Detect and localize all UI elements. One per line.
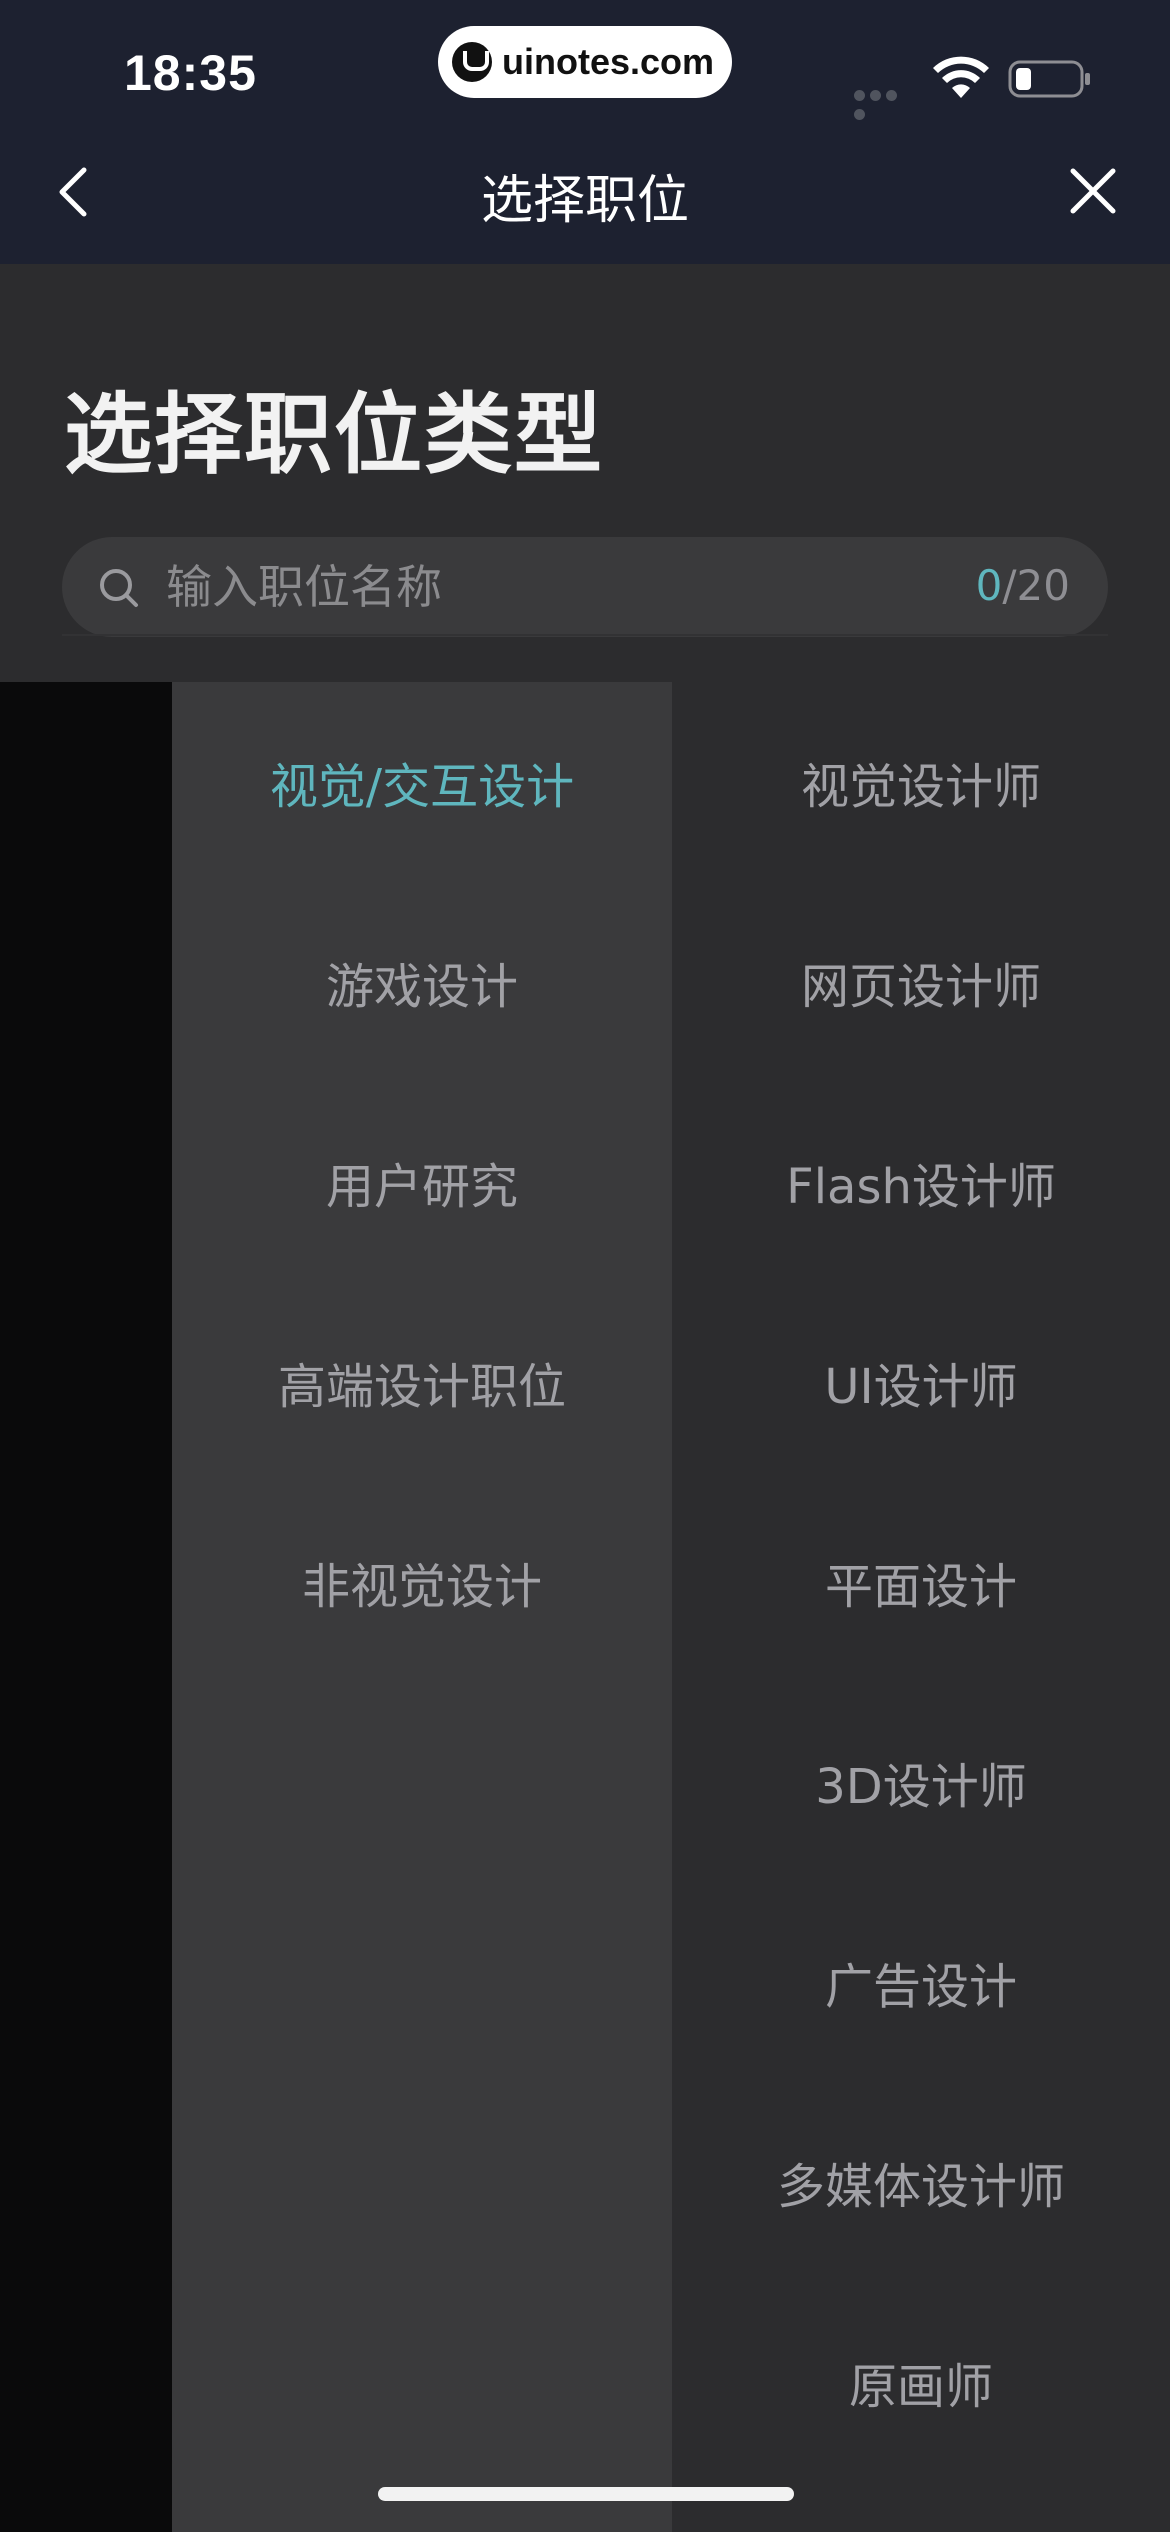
- nav-title: 选择职位: [480, 171, 689, 231]
- position-item[interactable]: 网页设计师: [672, 882, 1170, 1082]
- category-list: 视觉/交互设计 游戏设计 用户研究 高端设计职位 非视觉设计: [172, 682, 672, 2532]
- category-item[interactable]: 游戏设计: [172, 882, 672, 1082]
- position-item[interactable]: 视觉设计师: [672, 682, 1170, 882]
- battery-icon: [1008, 60, 1090, 98]
- position-item[interactable]: 原画师: [672, 2282, 1170, 2482]
- cellular-signal-icon: [854, 86, 916, 120]
- watermark-logo-icon: [452, 42, 492, 82]
- category-item[interactable]: 非视觉设计: [172, 1482, 672, 1682]
- left-edge-panel: [0, 682, 172, 2532]
- home-indicator: [378, 2487, 794, 2501]
- page-title: 选择职位类型: [64, 383, 605, 486]
- screen: 18:35 uinotes.com 选择职位 选择职位类型 输入职位名称 0/2…: [0, 0, 1170, 2532]
- position-item[interactable]: 广告设计: [672, 1882, 1170, 2082]
- watermark-badge: uinotes.com: [438, 26, 732, 98]
- position-item[interactable]: 多媒体设计师: [672, 2082, 1170, 2282]
- search-bar[interactable]: 0/20: [62, 537, 1108, 637]
- divider: [62, 634, 1108, 636]
- position-item[interactable]: 3D设计师: [672, 1682, 1170, 1882]
- position-item[interactable]: 平面设计: [672, 1482, 1170, 1682]
- position-item[interactable]: Flash设计师: [672, 1082, 1170, 1282]
- category-item[interactable]: 视觉/交互设计: [172, 682, 672, 882]
- category-item[interactable]: 高端设计职位: [172, 1282, 672, 1482]
- search-icon: [100, 569, 138, 607]
- search-input[interactable]: [166, 537, 926, 637]
- close-button[interactable]: [1068, 166, 1118, 216]
- category-item[interactable]: 用户研究: [172, 1082, 672, 1282]
- watermark-text: uinotes.com: [502, 41, 715, 82]
- counter-current: 0: [975, 561, 1003, 610]
- character-counter: 0/20: [976, 561, 1070, 610]
- counter-max: /20: [1002, 561, 1070, 610]
- header-section: 选择职位类型 0/20: [0, 264, 1170, 682]
- position-item[interactable]: UI设计师: [672, 1282, 1170, 1482]
- status-time: 18:35: [124, 45, 257, 101]
- position-list: 视觉设计师 网页设计师 Flash设计师 UI设计师 平面设计 3D设计师 广告设计 多媒体设…: [672, 682, 1170, 2532]
- top-bar: 18:35 uinotes.com 选择职位: [0, 0, 1170, 264]
- wifi-icon: [933, 56, 989, 98]
